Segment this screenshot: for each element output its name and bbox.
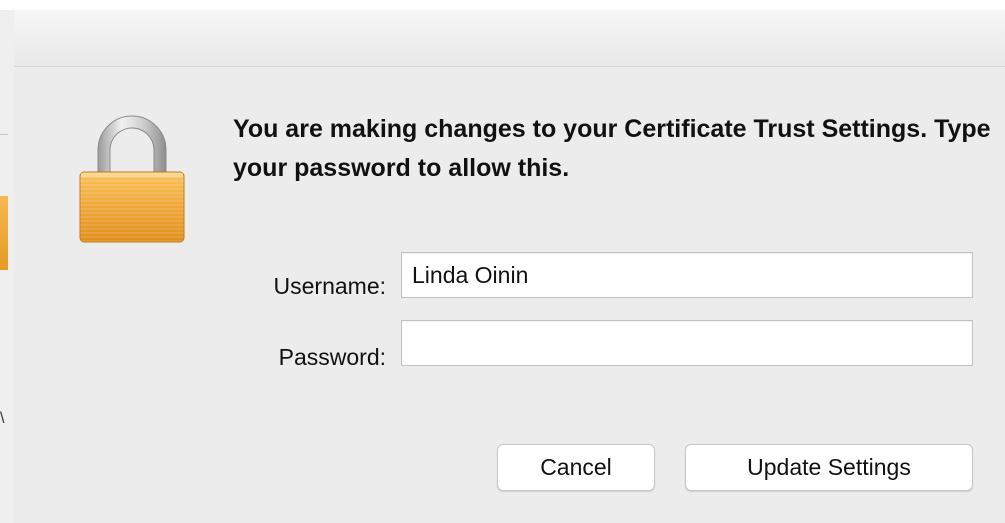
dialog-titlebar — [14, 10, 1005, 67]
password-label: Password: — [278, 344, 386, 370]
background-lock-sliver — [0, 196, 8, 270]
background-document-strip — [0, 0, 1005, 10]
background-window: \ — [0, 10, 15, 523]
authentication-dialog: You are making changes to your Certifica… — [14, 10, 1005, 523]
background-divider — [0, 134, 8, 135]
password-field[interactable] — [401, 320, 973, 366]
background-text-fragment: \ — [0, 410, 5, 427]
dialog-message: You are making changes to your Certifica… — [233, 115, 991, 182]
username-field[interactable] — [401, 252, 973, 298]
username-label: Username: — [273, 273, 386, 299]
update-settings-button[interactable]: Update Settings — [685, 444, 973, 491]
lock-icon — [79, 115, 185, 243]
cancel-button[interactable]: Cancel — [497, 444, 655, 491]
